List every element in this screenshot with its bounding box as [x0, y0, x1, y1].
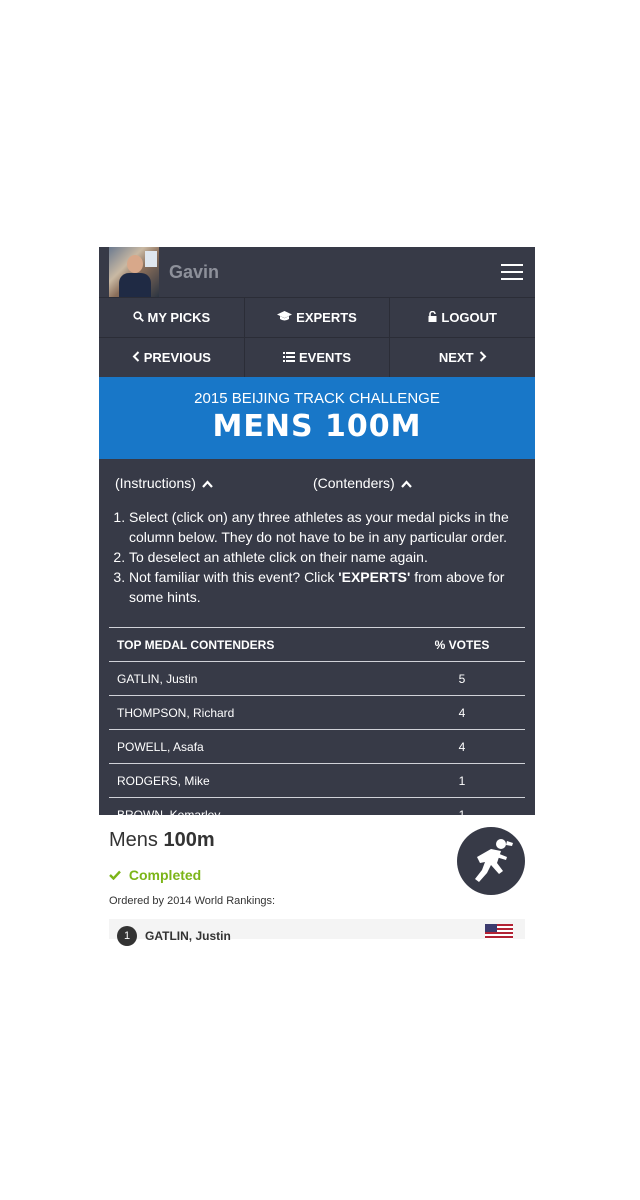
check-icon — [109, 867, 125, 883]
athlete-name[interactable]: RODGERS, Mike — [109, 763, 399, 798]
experts-button[interactable]: EXPERTS — [245, 298, 391, 337]
ranking-row[interactable]: 1 GATLIN, Justin — [109, 919, 525, 946]
contenders-table: TOP MEDAL CONTENDERS % VOTES GATLIN, Jus… — [109, 627, 525, 831]
events-label: EVENTS — [299, 350, 352, 365]
banner-subtitle: 2015 BEIJING TRACK CHALLENGE — [194, 390, 440, 407]
nav-row-1: MY PICKS EXPERTS LOGOUT — [99, 297, 535, 337]
my-picks-button[interactable]: MY PICKS — [99, 298, 245, 337]
top-bar: Gavin — [99, 247, 535, 297]
banner-title: MENS 100M — [212, 409, 422, 444]
chevron-up-icon — [199, 479, 213, 491]
my-picks-label: MY PICKS — [147, 310, 211, 325]
athlete-votes: 1 — [399, 763, 525, 798]
nav-row-2: PREVIOUS EVENTS NEXT — [99, 337, 535, 377]
table-row[interactable]: POWELL, Asafa 4 — [109, 729, 525, 764]
rank-athlete-name: GATLIN, Justin — [145, 929, 231, 943]
next-label: NEXT — [438, 350, 474, 365]
table-row[interactable]: GATLIN, Justin 5 — [109, 661, 525, 696]
table-row[interactable]: RODGERS, Mike 1 — [109, 763, 525, 798]
instructions-toggle[interactable]: (Instructions) — [115, 475, 213, 491]
instructions-panel: (Instructions) (Contenders) Select (clic… — [99, 459, 535, 831]
events-button[interactable]: EVENTS — [245, 338, 391, 377]
app-frame: Gavin MY PICKS EXPERTS LOGOUT PREVIOUS E… — [99, 247, 535, 978]
graduation-cap-icon — [277, 310, 293, 325]
panel-toggles: (Instructions) (Contenders) — [115, 475, 525, 491]
ordered-by-label: Ordered by 2014 World Rankings: — [109, 895, 276, 907]
contenders-toggle[interactable]: (Contenders) — [313, 475, 412, 491]
event-summary: Mens 100m Completed Ordered by 2014 Worl… — [99, 815, 535, 953]
athlete-votes: 4 — [399, 695, 525, 730]
previous-label: PREVIOUS — [143, 350, 211, 365]
chevron-left-icon — [132, 350, 140, 365]
instructions-toggle-label: (Instructions) — [115, 475, 196, 491]
hamburger-menu-icon[interactable] — [501, 264, 523, 280]
list-icon — [283, 351, 295, 365]
header-contenders: TOP MEDAL CONTENDERS — [109, 627, 399, 662]
chevron-right-icon — [479, 350, 487, 365]
athlete-name[interactable]: THOMPSON, Richard — [109, 695, 399, 730]
contenders-toggle-label: (Contenders) — [312, 475, 395, 491]
chevron-up-icon — [398, 479, 412, 491]
instruction-item: Select (click on) any three athletes as … — [129, 507, 525, 547]
athlete-name[interactable]: GATLIN, Justin — [109, 661, 399, 696]
athlete-name[interactable]: POWELL, Asafa — [109, 729, 399, 764]
table-row[interactable]: THOMPSON, Richard 4 — [109, 695, 525, 730]
athlete-votes: 5 — [399, 661, 525, 696]
table-header-row: TOP MEDAL CONTENDERS % VOTES — [109, 627, 525, 662]
previous-button[interactable]: PREVIOUS — [99, 338, 245, 377]
athlete-votes: 4 — [399, 729, 525, 764]
runner-icon — [457, 827, 525, 895]
header-votes: % VOTES — [399, 627, 525, 662]
instruction-item: Not familiar with this event? Click 'EXP… — [129, 567, 525, 607]
instruction-item: To deselect an athlete click on their na… — [129, 547, 525, 567]
logout-button[interactable]: LOGOUT — [390, 298, 535, 337]
lock-icon — [428, 310, 437, 325]
rank-badge: 1 — [117, 926, 137, 946]
logout-label: LOGOUT — [441, 310, 497, 325]
next-button[interactable]: NEXT — [390, 338, 535, 377]
experts-label: EXPERTS — [296, 310, 357, 325]
search-icon — [132, 310, 144, 325]
instructions-list: Select (click on) any three athletes as … — [109, 507, 525, 607]
avatar — [109, 247, 159, 297]
event-banner: 2015 BEIJING TRACK CHALLENGE MENS 100M — [99, 377, 535, 459]
username: Gavin — [169, 261, 220, 282]
us-flag-icon — [485, 924, 513, 939]
